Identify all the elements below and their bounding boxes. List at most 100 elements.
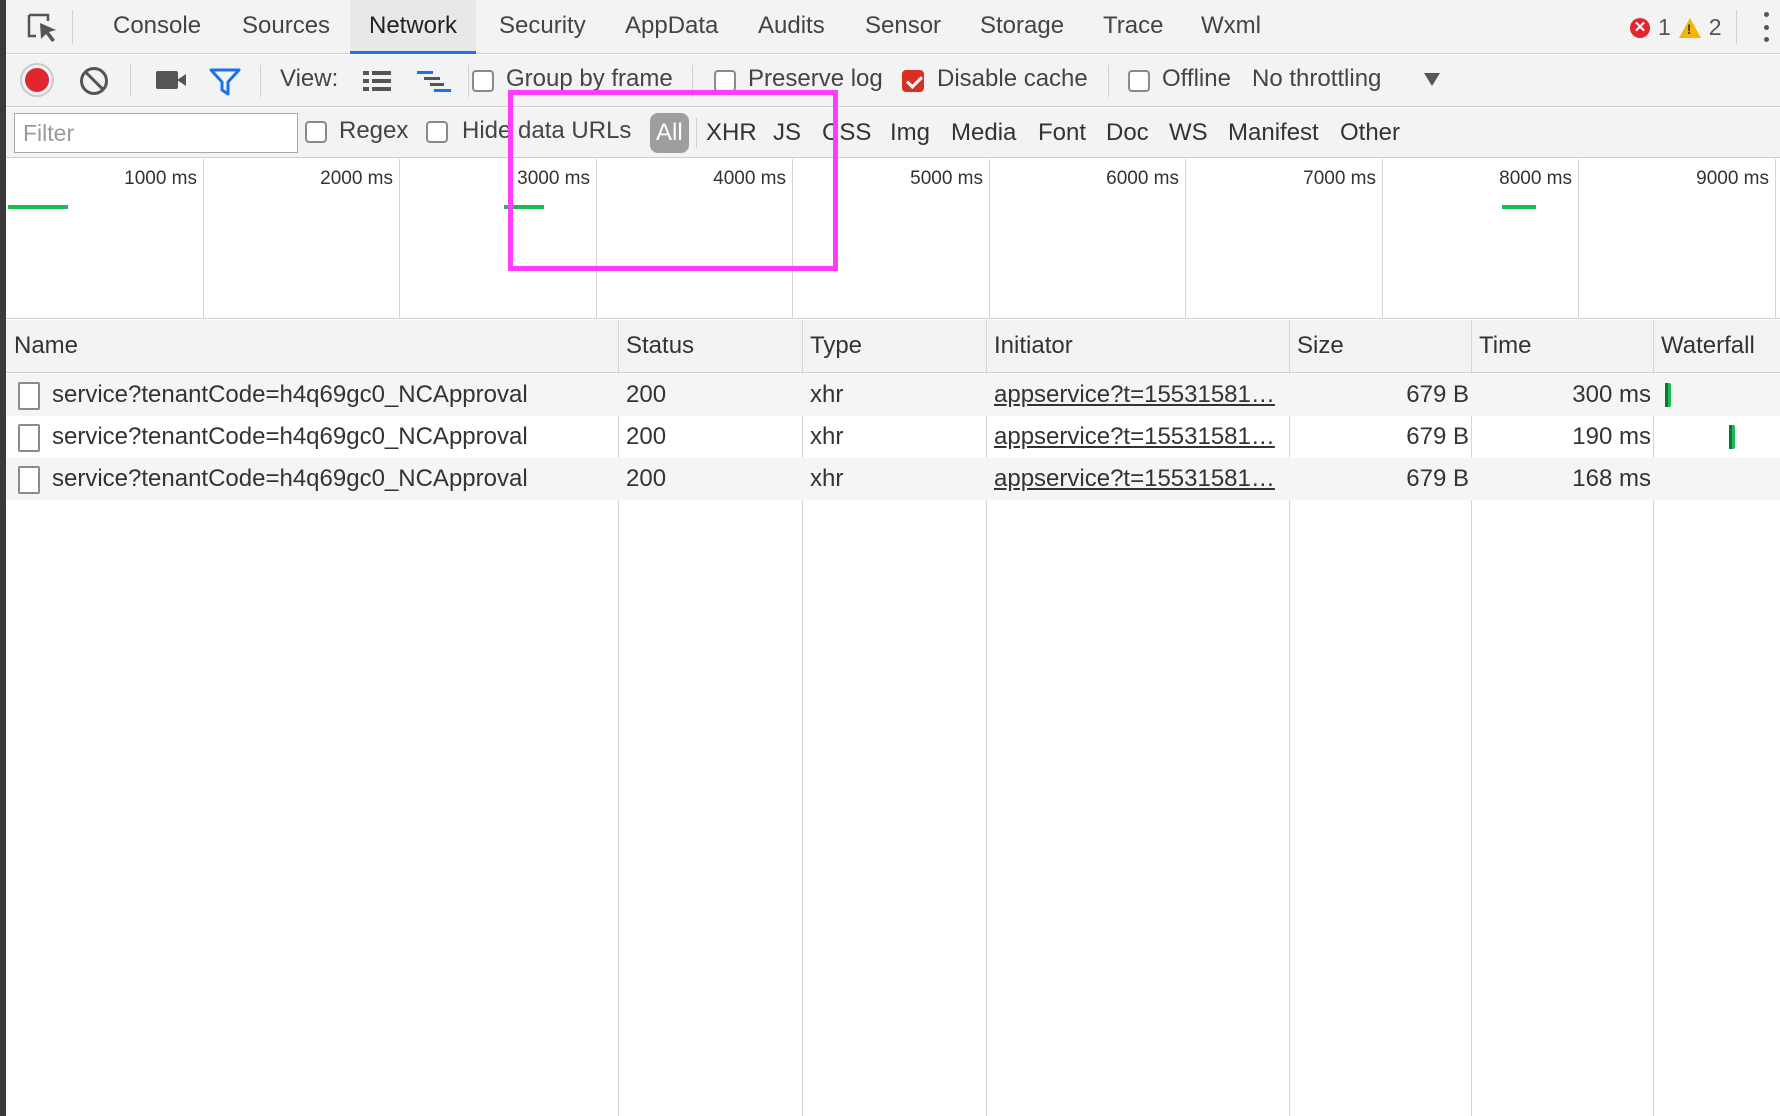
type-filter-doc[interactable]: Doc — [1106, 113, 1149, 153]
column-header-size[interactable]: Size — [1289, 320, 1471, 373]
cell-name: service?tenantCode=h4q69gc0_NCApproval — [52, 423, 528, 450]
tab-console[interactable]: Console — [94, 0, 220, 54]
tab-wxml[interactable]: Wxml — [1182, 0, 1280, 54]
overview-request-bar — [8, 205, 68, 209]
overview-tick-label: 7000 ms — [1303, 168, 1376, 189]
offline-checkbox[interactable] — [1128, 70, 1150, 92]
column-header-name[interactable]: Name — [6, 320, 618, 373]
cell-name: service?tenantCode=h4q69gc0_NCApproval — [52, 465, 528, 492]
type-filter-manifest[interactable]: Manifest — [1228, 113, 1319, 153]
overview-gridline — [203, 159, 204, 319]
cell-initiator[interactable]: appservice?t=15531581… — [994, 374, 1284, 416]
cell-status: 200 — [626, 465, 667, 492]
type-filter-img[interactable]: Img — [890, 113, 930, 153]
type-filter-xhr[interactable]: XHR — [706, 113, 757, 153]
column-header-initiator[interactable]: Initiator — [986, 320, 1289, 373]
tab-trace[interactable]: Trace — [1084, 0, 1182, 54]
preserve-log-checkbox[interactable] — [714, 70, 736, 92]
filter-bar: Regex Hide data URLs All XHR JS CSS Img Media… — [6, 108, 1780, 158]
type-filter-other[interactable]: Other — [1340, 113, 1400, 153]
filter-input[interactable] — [14, 113, 298, 153]
cell-time: 300 ms — [1572, 381, 1651, 408]
group-by-frame-checkbox[interactable] — [472, 70, 494, 92]
cell-status: 200 — [626, 423, 667, 450]
toolbar-separator — [260, 65, 261, 97]
type-filter-media[interactable]: Media — [951, 113, 1016, 153]
cell-type: xhr — [810, 465, 844, 492]
cell-size: 679 B — [1406, 423, 1469, 450]
cell-status: 200 — [626, 381, 667, 408]
offline-label: Offline — [1162, 65, 1231, 92]
filter-separator — [696, 118, 697, 148]
table-row[interactable]: service?tenantCode=h4q69gc0_NCApproval 20… — [6, 458, 1780, 500]
tab-sources[interactable]: Sources — [223, 0, 349, 54]
tab-storage[interactable]: Storage — [961, 0, 1083, 54]
filter-icon[interactable] — [209, 67, 241, 97]
tab-sensor[interactable]: Sensor — [846, 0, 960, 54]
overview-tick-label: 5000 ms — [910, 168, 983, 189]
throttling-dropdown-icon[interactable] — [1424, 73, 1440, 86]
disable-cache-label: Disable cache — [937, 65, 1088, 92]
tab-network[interactable]: Network — [350, 0, 477, 54]
column-header-waterfall[interactable]: Waterfall — [1653, 320, 1780, 373]
console-status-badge[interactable]: ✕ 1 ! 2 — [1630, 14, 1722, 41]
toolbar-separator — [130, 65, 131, 97]
column-header-type[interactable]: Type — [802, 320, 986, 373]
overview-gridline — [1578, 159, 1579, 319]
overview-gridline — [989, 159, 990, 319]
disable-cache-checkbox[interactable] — [902, 70, 924, 92]
cell-size: 679 B — [1406, 381, 1469, 408]
table-row[interactable]: service?tenantCode=h4q69gc0_NCApproval 20… — [6, 416, 1780, 458]
tab-audits[interactable]: Audits — [739, 0, 844, 54]
document-icon — [18, 382, 40, 410]
document-icon — [18, 466, 40, 494]
tab-appdata[interactable]: AppData — [606, 0, 737, 54]
inspect-element-icon[interactable] — [26, 12, 62, 44]
waterfall-bar — [1729, 425, 1735, 449]
cell-size: 679 B — [1406, 465, 1469, 492]
overview-gridline — [1775, 159, 1776, 319]
capture-screenshots-icon[interactable] — [156, 71, 186, 89]
cell-time: 190 ms — [1572, 423, 1651, 450]
column-header-status[interactable]: Status — [618, 320, 802, 373]
overview-gridline — [792, 159, 793, 319]
show-overview-icon[interactable] — [416, 69, 452, 95]
devtools-tabbar: Console Sources Network Security AppData Audi… — [6, 0, 1780, 54]
more-options-icon[interactable] — [1763, 12, 1769, 42]
cell-name: service?tenantCode=h4q69gc0_NCApproval — [52, 381, 528, 408]
cell-initiator[interactable]: appservice?t=15531581… — [994, 458, 1284, 500]
cell-initiator[interactable]: appservice?t=15531581… — [994, 416, 1284, 458]
error-count: 1 — [1658, 14, 1671, 40]
type-filter-css[interactable]: CSS — [822, 113, 871, 153]
toolbar-separator — [1108, 65, 1109, 97]
cell-type: xhr — [810, 423, 844, 450]
timeline-overview[interactable]: 1000 ms 2000 ms 3000 ms 4000 ms 5000 ms 6000 … — [6, 159, 1780, 319]
overview-gridline — [596, 159, 597, 319]
table-row[interactable]: service?tenantCode=h4q69gc0_NCApproval 20… — [6, 374, 1780, 416]
record-button[interactable] — [22, 65, 52, 95]
toolbar-separator — [468, 65, 469, 97]
warning-icon: ! — [1678, 17, 1701, 38]
overview-gridline — [399, 159, 400, 319]
overview-tick-label: 8000 ms — [1499, 168, 1572, 189]
clear-icon[interactable] — [80, 67, 108, 95]
overview-tick-label: 9000 ms — [1696, 168, 1769, 189]
overview-tick-label: 6000 ms — [1106, 168, 1179, 189]
type-filter-font[interactable]: Font — [1038, 113, 1086, 153]
overview-tick-label: 2000 ms — [320, 168, 393, 189]
type-filter-ws[interactable]: WS — [1169, 113, 1208, 153]
waterfall-bar — [1665, 383, 1671, 407]
table-header: Name Status Type Initiator Size Time Waterfall — [6, 320, 1780, 373]
view-label: View: — [280, 65, 339, 92]
large-request-rows-icon[interactable] — [362, 69, 392, 93]
throttling-select[interactable]: No throttling — [1252, 65, 1381, 93]
tabbar-separator — [72, 10, 73, 44]
group-by-frame-label: Group by frame — [506, 65, 673, 92]
column-header-time[interactable]: Time — [1471, 320, 1653, 373]
type-filter-all[interactable]: All — [650, 113, 689, 153]
tab-security[interactable]: Security — [480, 0, 605, 54]
regex-checkbox[interactable] — [305, 121, 327, 143]
regex-label: Regex — [339, 117, 409, 144]
type-filter-js[interactable]: JS — [773, 113, 801, 153]
hide-data-urls-checkbox[interactable] — [426, 121, 448, 143]
